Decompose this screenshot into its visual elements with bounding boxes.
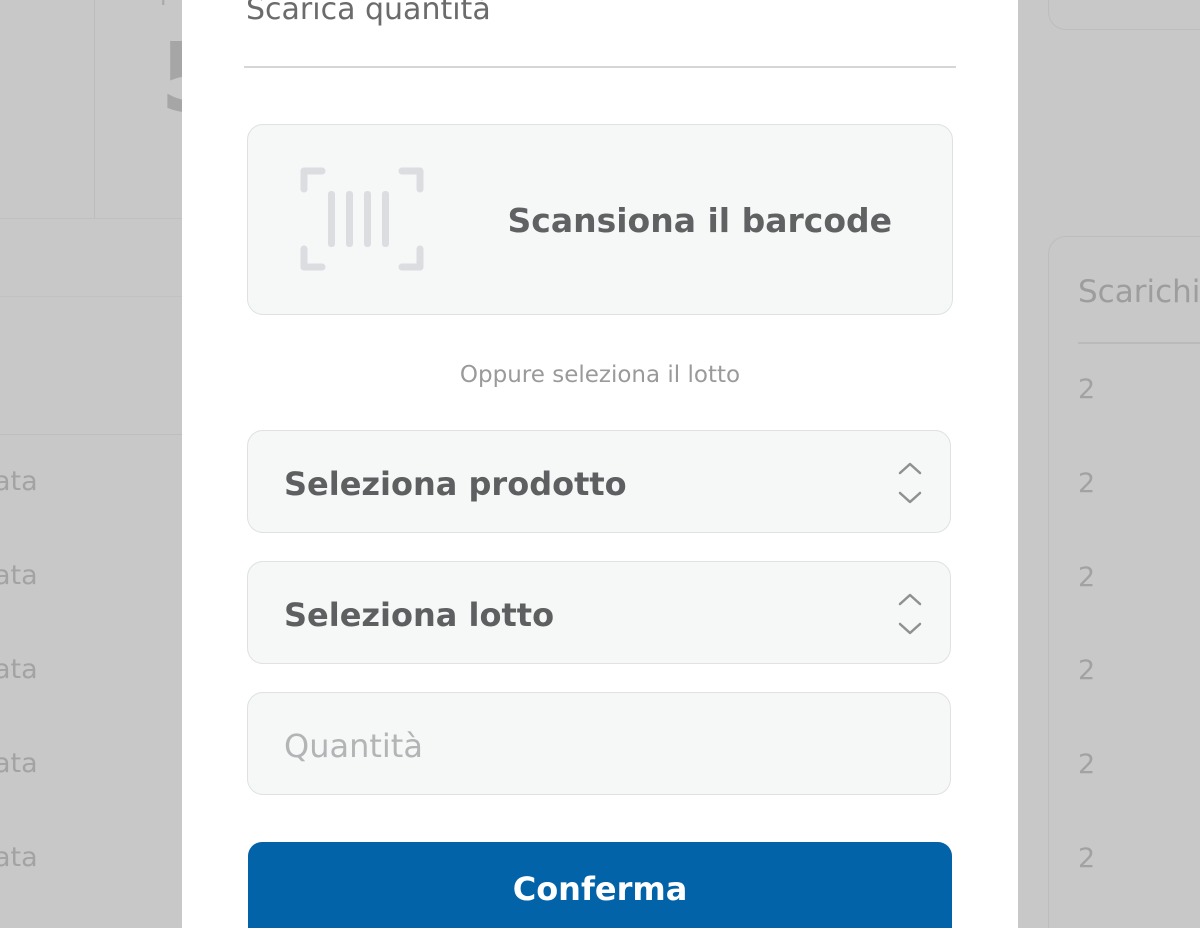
modal-title-divider [244, 66, 956, 68]
barcode-scan-icon [300, 167, 424, 271]
product-select-label: Seleziona prodotto [284, 465, 627, 503]
background-left-row: ata [0, 466, 38, 497]
background-left-row: ata [0, 748, 38, 779]
background-right-top-card [1048, 0, 1200, 30]
lot-select[interactable]: Seleziona lotto [247, 561, 951, 664]
background-divider [0, 296, 185, 297]
background-right-row: 2 [1078, 655, 1096, 686]
page: P 5 ata ata ata ata ata Scarichi 2 2 2 2… [0, 0, 1200, 928]
quantity-placeholder: Quantità [284, 727, 423, 765]
background-band [0, 218, 185, 435]
background-left-row: ata [0, 842, 38, 873]
or-select-lot-text: Oppure seleziona il lotto [459, 362, 741, 388]
confirm-button[interactable]: Conferma [248, 842, 952, 928]
background-right-card [1048, 236, 1200, 928]
quantity-input[interactable]: Quantità [247, 692, 951, 795]
scan-barcode-button[interactable]: Scansiona il barcode [247, 124, 953, 315]
background-left-row: ata [0, 654, 38, 685]
background-right-row: 2 [1078, 843, 1096, 874]
lot-select-label: Seleziona lotto [284, 596, 555, 634]
background-right-row: 2 [1078, 749, 1096, 780]
background-right-row: 2 [1078, 468, 1096, 499]
modal-title: Scarica quantità [246, 0, 491, 27]
background-left-card [0, 0, 95, 219]
chevron-up-down-icon [898, 462, 922, 504]
confirm-button-label: Conferma [512, 870, 688, 908]
product-select[interactable]: Seleziona prodotto [247, 430, 951, 533]
background-right-row: 2 [1078, 562, 1096, 593]
background-small-label: P [160, 0, 173, 11]
background-left-row: ata [0, 560, 38, 591]
background-right-row: 2 [1078, 374, 1096, 405]
background-right-divider [1078, 342, 1200, 344]
chevron-up-down-icon [898, 593, 922, 635]
unload-quantity-modal: Scarica quantità Scansiona il barcode Op… [182, 0, 1018, 928]
scan-barcode-label: Scansiona il barcode [507, 201, 892, 240]
background-right-card-title: Scarichi [1078, 274, 1200, 310]
